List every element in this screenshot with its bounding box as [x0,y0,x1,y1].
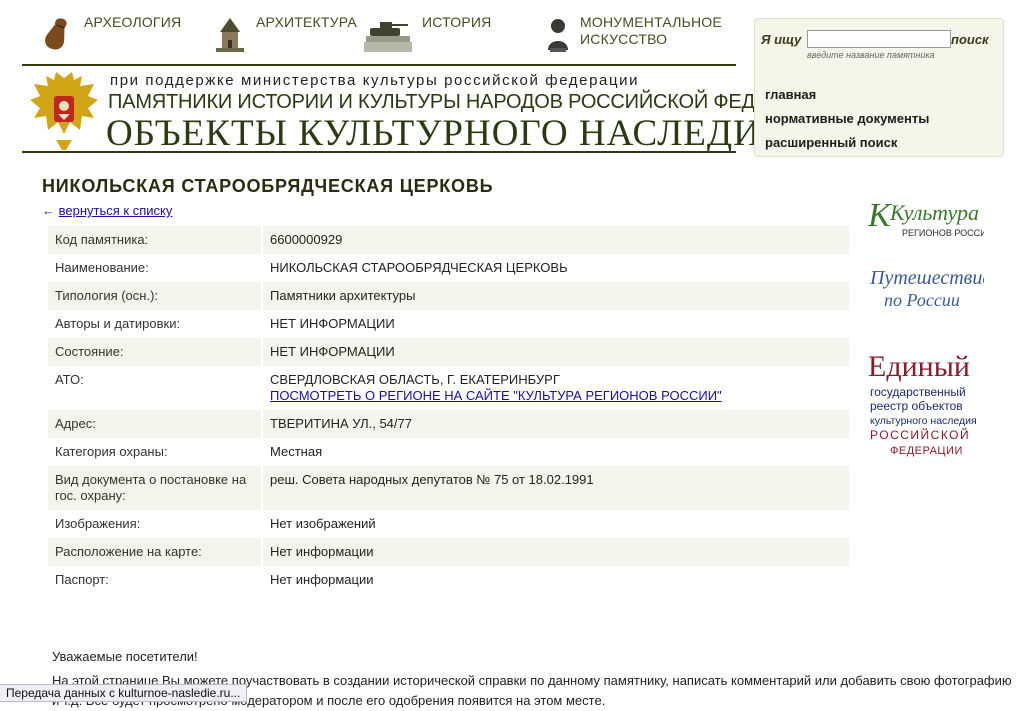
row-value: Местная [261,438,849,466]
logo-kultura-sub: РЕГИОНОВ РОССИИ [902,228,984,238]
monument-info-table: Код памятника: 6600000929 Наименование: … [48,226,849,594]
tank-monument-icon [364,22,412,52]
top-navigation: АРХЕОЛОГИЯ АРХИТЕКТУРА ИСТОРИЯ МОНУМЕНТА… [40,14,740,62]
link-home[interactable]: главная [765,87,816,102]
nav-label: МОНУМЕНТАЛЬНОЕ ИСКУССТВО [580,14,722,47]
back-link-container: ← вернуться к списку [42,203,172,218]
row-label: Изображения: [55,516,141,531]
page-title: НИКОЛЬСКАЯ СТАРООБРЯДЧЕСКАЯ ЦЕРКОВЬ [42,176,494,196]
row-label: Паспорт: [55,572,109,587]
nav-archaeology[interactable]: АРХЕОЛОГИЯ [40,14,181,54]
bust-icon [548,19,568,52]
nav-label: АРХЕОЛОГИЯ [84,14,182,30]
header-divider [22,64,736,66]
row-value: НИКОЛЬСКАЯ СТАРООБРЯДЧЕСКАЯ ЦЕРКОВЬ [261,254,849,282]
table-row: Изображения: Нет изображений [48,510,849,538]
row-label: Расположение на карте: [48,538,262,566]
logo-kultura-text: Культура [889,200,979,225]
table-row: Типология (осн.): Памятники архитектуры [48,282,849,310]
row-label: АТО: [55,372,84,387]
table-row: Паспорт: Нет информации [48,566,849,594]
row-value: Памятники архитектуры [261,282,849,310]
edinyi-reestr-logo[interactable]: Единый государственный реестр объектов к… [866,348,986,460]
nav-label: ИСТОРИЯ [422,14,492,30]
logo-ed-line3: реестр объектов [870,399,963,413]
row-value: Нет информации [261,538,849,566]
back-arrow-icon: ← [42,203,55,218]
region-culture-link[interactable]: ПОСМОТРЕТЬ О РЕГИОНЕ НА САЙТЕ "КУЛЬТУРА … [270,388,722,403]
row-value: НЕТ ИНФОРМАЦИИ [261,338,849,366]
table-row: АТО: СВЕРДЛОВСКАЯ ОБЛАСТЬ, Г. ЕКАТЕРИНБУ… [48,366,849,410]
tower-icon [216,18,244,52]
search-hint: введите название памятника [807,50,935,60]
table-row: Авторы и датировки: НЕТ ИНФОРМАЦИИ [48,310,849,338]
search-button[interactable]: поиск [951,32,989,47]
row-label: Категория охраны: [55,444,168,459]
row-label: Состояние: [48,338,262,366]
back-to-list-link[interactable]: вернуться к списку [59,203,173,218]
logo-ed-line4: культурного наследия [870,415,977,427]
row-label: Авторы и датировки: [55,316,181,331]
coat-of-arms-icon [30,72,98,150]
table-row: Вид документа о постановке на гос. охран… [48,466,849,510]
search-label: Я ищу [761,32,802,47]
row-label: Код памятника: [48,226,262,254]
kultura-regionov-logo[interactable]: К Культура РЕГИОНОВ РОССИИ [868,192,984,244]
puteshestvie-logo[interactable]: Путешествие по России [868,262,984,314]
row-value: Нет изображений [261,510,849,538]
nav-monumental-art[interactable]: МОНУМЕНТАЛЬНОЕ ИСКУССТВО [544,14,722,54]
table-row: Расположение на карте: Нет информации [48,538,849,566]
row-label: Наименование: [55,260,149,275]
row-label: Типология (осн.): [48,282,262,310]
row-value: ТВЕРИТИНА УЛ., 54/77 [261,410,849,438]
support-line: при поддержке министерства культуры росс… [110,72,640,89]
logo-ed-line6: ФЕДЕРАЦИИ [890,445,963,457]
row-value: НЕТ ИНФОРМАЦИИ [261,310,849,338]
row-value: СВЕРДЛОВСКАЯ ОБЛАСТЬ, Г. ЕКАТЕРИНБУРГ ПО… [261,366,849,410]
sidebar-panel: Я ищу поиск введите название памятника г… [754,18,1004,157]
link-advanced-search[interactable]: расширенный поиск [765,135,897,150]
table-row: Наименование: НИКОЛЬСКАЯ СТАРООБРЯДЧЕСКА… [48,254,849,282]
table-row: Состояние: НЕТ ИНФОРМАЦИИ [48,338,849,366]
row-value: реш. Совета народных депутатов № 75 от 1… [261,466,849,510]
ato-value: СВЕРДЛОВСКАЯ ОБЛАСТЬ, Г. ЕКАТЕРИНБУРГ [270,372,560,387]
row-label: Адрес: [48,410,262,438]
row-value: 6600000929 [261,226,849,254]
nav-label: АРХИТЕКТУРА [256,14,357,30]
table-row: Категория охраны: Местная [48,438,849,466]
visitors-greeting: Уважаемые посетители! [52,649,198,664]
logo-ed-line5: РОССИЙСКОЙ [870,427,970,442]
browser-status-bar: Передача данных с kulturnoe-nasledie.ru.… [0,684,248,702]
row-value: Нет информации [261,566,849,594]
nav-history[interactable]: ИСТОРИЯ [362,14,491,54]
link-normative-docs[interactable]: нормативные документы [765,111,929,126]
logo-ed-line2: государственный [870,385,966,399]
site-subtitle: ПАМЯТНИКИ ИСТОРИИ И КУЛЬТУРЫ НАРОДОВ РОС… [108,91,836,113]
table-row: Код памятника: 6600000929 [48,226,849,254]
header-divider-bottom [22,151,736,153]
search-input[interactable] [807,30,951,48]
logo-put-line2: по России [884,290,960,310]
logo-put-line1: Путешествие [869,267,984,289]
table-row: Адрес: ТВЕРИТИНА УЛ., 54/77 [48,410,849,438]
nav-architecture[interactable]: АРХИТЕКТУРА [212,14,357,54]
site-title: ОБЪЕКТЫ КУЛЬТУРНОГО НАСЛЕДИЯ [106,113,787,154]
logo-ed-line1: Единый [868,350,970,383]
amphora-icon [45,18,67,50]
row-label: Вид документа о постановке на гос. охран… [48,466,262,510]
